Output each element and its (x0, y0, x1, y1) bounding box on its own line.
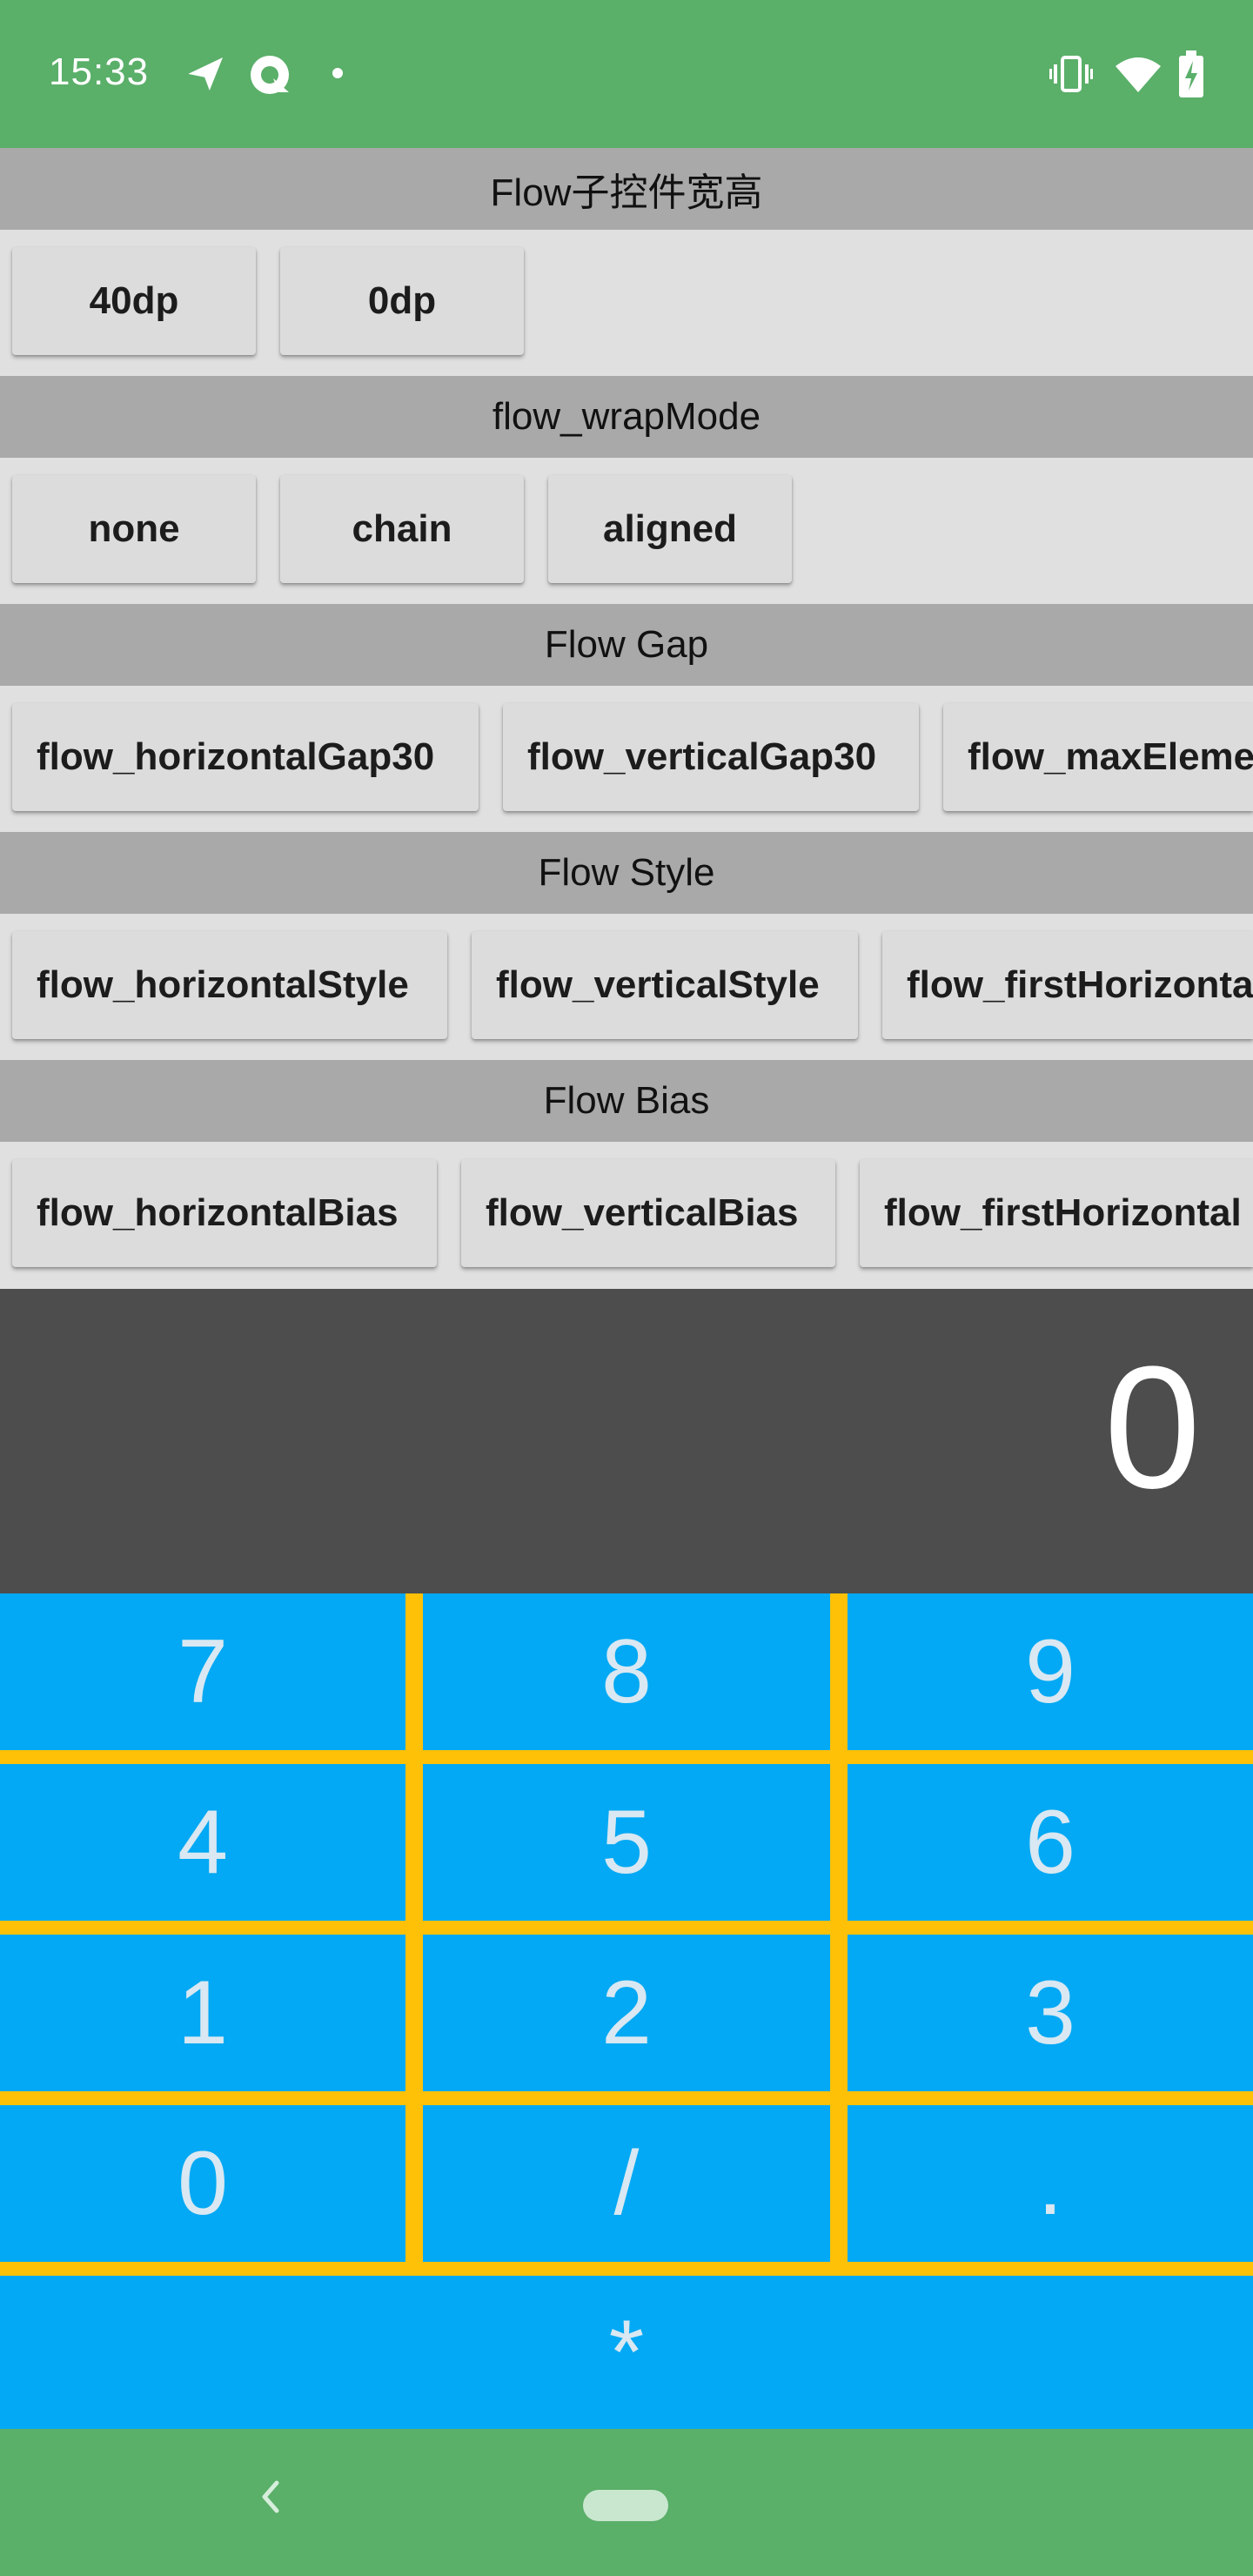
section-row-bias: flow_horizontalBias flow_verticalBias fl… (0, 1142, 1253, 1288)
horizontal-bias-button[interactable]: flow_horizontalBias (12, 1159, 437, 1267)
key-decimal[interactable]: . (848, 2105, 1253, 2262)
size-0dp-button[interactable]: 0dp (280, 247, 524, 355)
calculator-display: 0 (0, 1289, 1253, 1593)
key-7[interactable]: 7 (0, 1593, 405, 1750)
section-header-bias: Flow Bias (0, 1060, 1253, 1142)
vertical-style-button[interactable]: flow_verticalStyle (472, 931, 858, 1039)
wrap-aligned-button[interactable]: aligned (548, 475, 792, 583)
section-row-size: 40dp 0dp (0, 230, 1253, 376)
navigation-bar (0, 2429, 1253, 2576)
key-3[interactable]: 3 (848, 1935, 1253, 2091)
battery-charging-icon (1179, 50, 1203, 97)
key-8[interactable]: 8 (423, 1593, 830, 1750)
wrap-chain-button[interactable]: chain (280, 475, 524, 583)
section-header-size: Flow子控件宽高 (0, 148, 1253, 230)
section-header-gap: Flow Gap (0, 604, 1253, 686)
max-elements-button[interactable]: flow_maxEleme (943, 703, 1253, 811)
section-header-style: Flow Style (0, 832, 1253, 914)
section-row-style: flow_horizontalStyle flow_verticalStyle … (0, 914, 1253, 1060)
wifi-icon (1116, 57, 1161, 92)
key-1[interactable]: 1 (0, 1935, 405, 2091)
status-time: 15:33 (49, 50, 150, 93)
messenger-icon (251, 56, 289, 94)
key-6[interactable]: 6 (848, 1764, 1253, 1921)
vertical-gap-button[interactable]: flow_verticalGap30 (503, 703, 919, 811)
horizontal-gap-button[interactable]: flow_horizontalGap30 (12, 703, 479, 811)
calculator-value: 0 (1103, 1331, 1201, 1525)
horizontal-style-button[interactable]: flow_horizontalStyle (12, 931, 447, 1039)
home-pill-icon[interactable] (583, 2490, 668, 2521)
size-40dp-button[interactable]: 40dp (12, 247, 256, 355)
key-9[interactable]: 9 (848, 1593, 1253, 1750)
calculator-keypad: 7 8 9 4 5 6 1 2 3 0 / . * (0, 1593, 1253, 2429)
key-4[interactable]: 4 (0, 1764, 405, 1921)
section-row-wrap-mode: none chain aligned (0, 458, 1253, 604)
first-horizontal-bias-button[interactable]: flow_firstHorizontal (860, 1159, 1253, 1267)
dot-icon (332, 68, 343, 78)
key-0[interactable]: 0 (0, 2105, 405, 2262)
vertical-bias-button[interactable]: flow_verticalBias (461, 1159, 835, 1267)
key-multiply[interactable]: * (0, 2276, 1253, 2429)
section-header-wrap-mode: flow_wrapMode (0, 376, 1253, 458)
vibrate-icon (1049, 56, 1093, 92)
back-icon[interactable] (252, 2471, 287, 2523)
key-2[interactable]: 2 (423, 1935, 830, 2091)
first-horizontal-style-button[interactable]: flow_firstHorizonta (882, 931, 1253, 1039)
flight-icon (185, 57, 223, 93)
section-row-gap: flow_horizontalGap30 flow_verticalGap30 … (0, 686, 1253, 832)
wrap-none-button[interactable]: none (12, 475, 256, 583)
key-5[interactable]: 5 (423, 1764, 830, 1921)
status-bar: 15:33 (0, 0, 1253, 148)
key-divide[interactable]: / (423, 2105, 830, 2262)
